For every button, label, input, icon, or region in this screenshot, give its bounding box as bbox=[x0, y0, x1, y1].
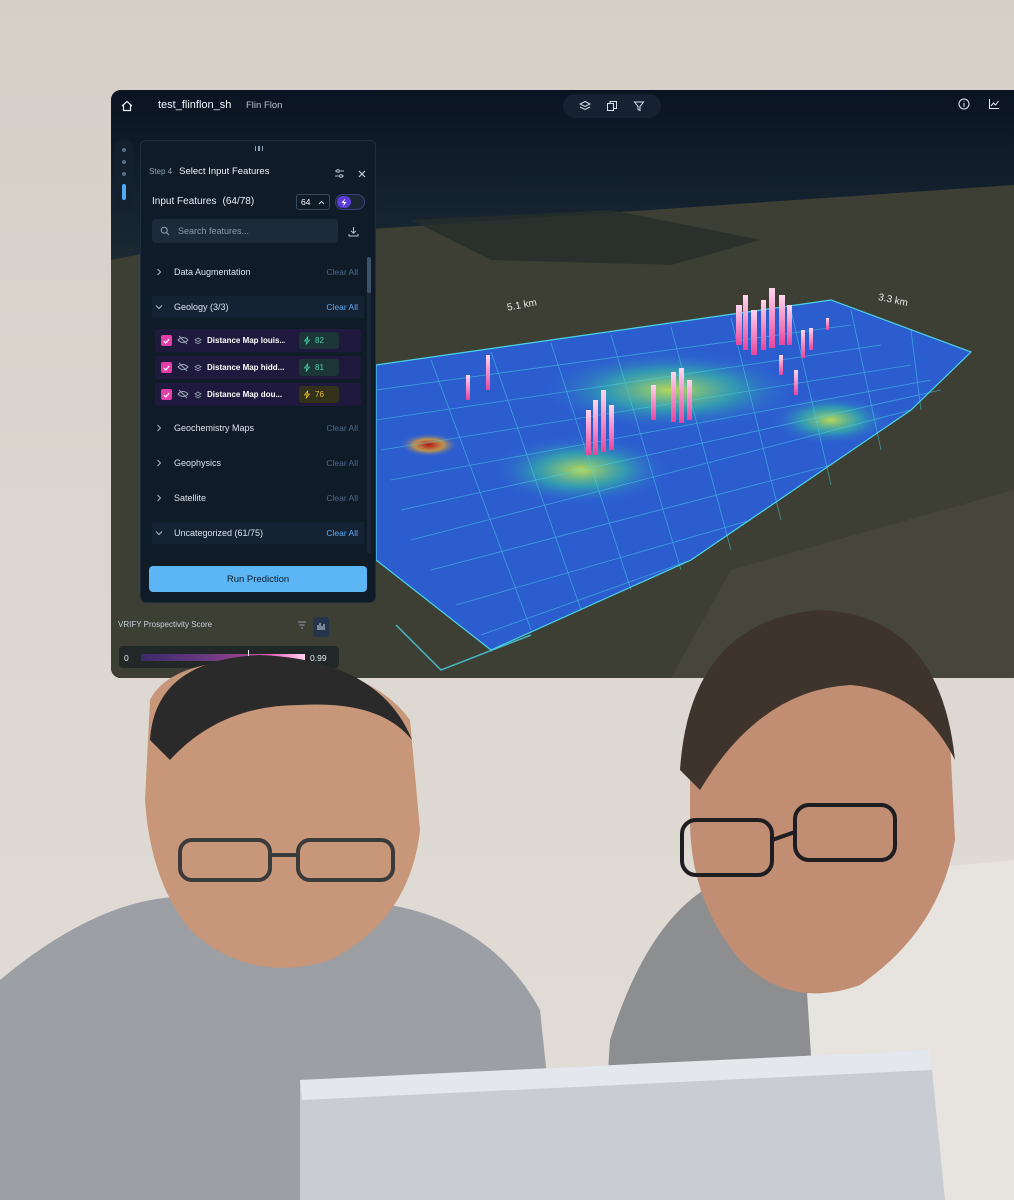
people-foreground-photo bbox=[0, 610, 1014, 1200]
